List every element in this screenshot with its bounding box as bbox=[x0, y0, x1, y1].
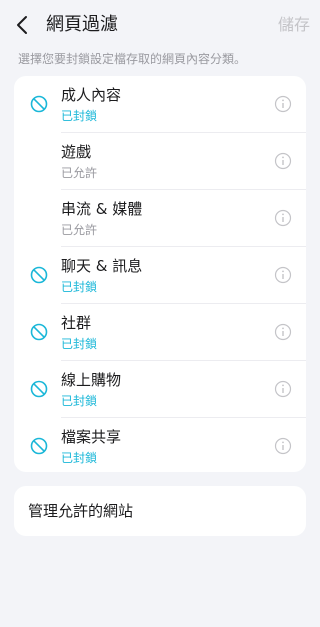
category-status: 已封鎖 bbox=[61, 451, 98, 465]
category-status: 已封鎖 bbox=[61, 394, 98, 408]
category-list: 成人內容 已封鎖 遊戲 已允許 串流 & 媒體 已允許 聊天 & 訊息 已封鎖 … bbox=[14, 76, 306, 472]
category-row-games[interactable]: 遊戲 已允許 bbox=[14, 133, 306, 190]
category-label: 遊戲 bbox=[61, 143, 92, 161]
category-status: 已封鎖 bbox=[61, 280, 98, 294]
info-icon[interactable] bbox=[274, 95, 292, 113]
back-button[interactable] bbox=[12, 13, 32, 37]
category-label: 線上購物 bbox=[61, 371, 122, 389]
category-status: 已允許 bbox=[61, 166, 98, 180]
info-icon[interactable] bbox=[274, 437, 292, 455]
info-icon[interactable] bbox=[274, 380, 292, 398]
info-icon[interactable] bbox=[274, 266, 292, 284]
save-button[interactable]: 儲存 bbox=[278, 13, 310, 37]
category-status: 已允許 bbox=[61, 223, 98, 237]
category-label: 聊天 & 訊息 bbox=[61, 257, 143, 275]
category-row-file-sharing[interactable]: 檔案共享 已封鎖 bbox=[14, 418, 306, 472]
block-icon bbox=[30, 380, 48, 398]
info-icon[interactable] bbox=[274, 152, 292, 170]
category-status: 已封鎖 bbox=[61, 337, 98, 351]
category-label: 成人內容 bbox=[61, 86, 122, 104]
page-title: 網頁過濾 bbox=[46, 14, 118, 35]
category-label: 社群 bbox=[61, 314, 92, 332]
category-row-social[interactable]: 社群 已封鎖 bbox=[14, 304, 306, 361]
category-row-streaming-media[interactable]: 串流 & 媒體 已允許 bbox=[14, 190, 306, 247]
category-row-online-shopping[interactable]: 線上購物 已封鎖 bbox=[14, 361, 306, 418]
manage-allowed-sites-button[interactable]: 管理允許的網站 bbox=[14, 486, 306, 536]
info-icon[interactable] bbox=[274, 209, 292, 227]
category-row-adult-content[interactable]: 成人內容 已封鎖 bbox=[14, 76, 306, 133]
category-row-chat-messaging[interactable]: 聊天 & 訊息 已封鎖 bbox=[14, 247, 306, 304]
category-label: 檔案共享 bbox=[61, 428, 122, 446]
chevron-left-icon bbox=[17, 16, 27, 34]
info-icon[interactable] bbox=[274, 323, 292, 341]
page-description: 選擇您要封鎖設定檔存取的網頁內容分類。 bbox=[18, 52, 247, 66]
header: 網頁過濾 儲存 bbox=[0, 0, 320, 50]
block-icon bbox=[30, 323, 48, 341]
manage-allowed-sites-label: 管理允許的網站 bbox=[28, 502, 134, 520]
block-icon bbox=[30, 437, 48, 455]
block-icon bbox=[30, 266, 48, 284]
category-label: 串流 & 媒體 bbox=[61, 200, 143, 218]
category-status: 已封鎖 bbox=[61, 109, 98, 123]
block-icon bbox=[30, 95, 48, 113]
